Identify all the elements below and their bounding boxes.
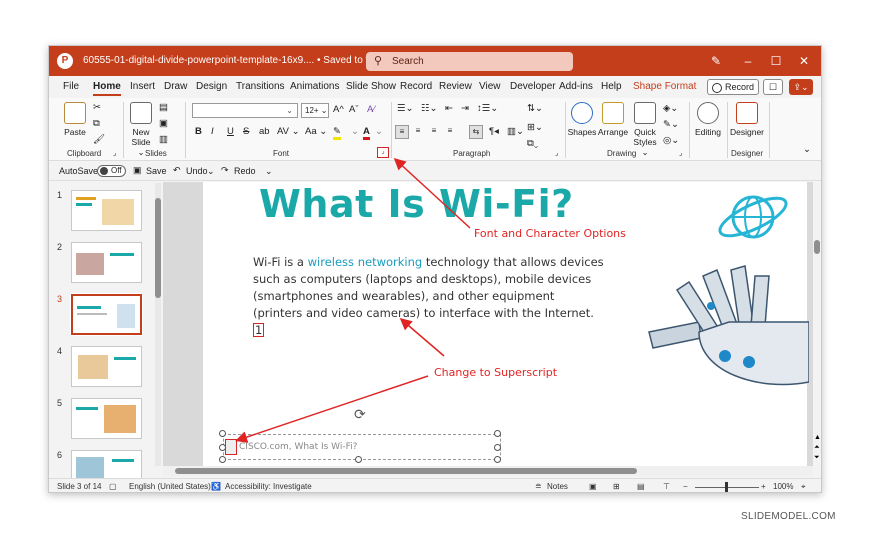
superscript-annotation: Change to Superscript: [434, 366, 558, 379]
annotation-arrows: [235, 157, 471, 443]
arrow-to-font-launcher: [393, 157, 471, 229]
arrow-to-citation: [235, 375, 429, 443]
arrow-to-superscript: [399, 318, 445, 357]
watermark: SLIDEMODEL.COM: [741, 511, 836, 522]
font-options-annotation: Font and Character Options: [474, 227, 626, 240]
